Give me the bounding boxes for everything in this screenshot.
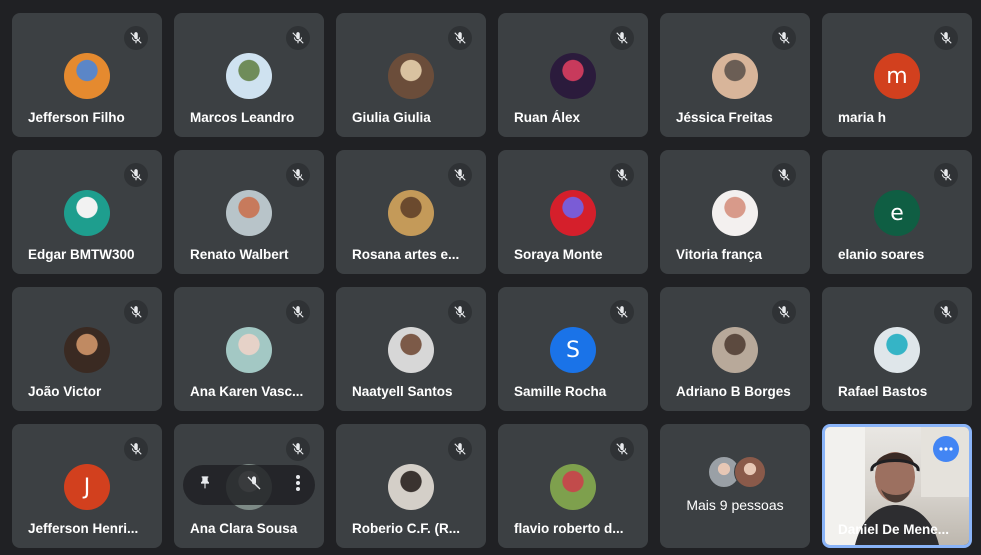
- participant-tile[interactable]: Rafael Bastos: [822, 287, 972, 411]
- participant-name: flavio roberto d...: [514, 521, 624, 536]
- avatar: [550, 464, 596, 510]
- participant-tile[interactable]: J Jefferson Henri...: [12, 424, 162, 548]
- participant-name: Ana Clara Sousa: [190, 521, 298, 536]
- mic-off-icon: [286, 26, 310, 50]
- participant-name: Daniel De Mene...: [838, 522, 950, 537]
- avatar: [388, 53, 434, 99]
- participant-name: Jefferson Filho: [28, 110, 125, 125]
- avatar: m: [874, 53, 920, 99]
- participant-tile[interactable]: Ana Karen Vasc...: [174, 287, 324, 411]
- participant-name: Rosana artes e...: [352, 247, 460, 262]
- avatar: [64, 327, 110, 373]
- avatar: e: [874, 190, 920, 236]
- mic-off-icon: [934, 163, 958, 187]
- mic-off-icon: [448, 163, 472, 187]
- participant-name: João Victor: [28, 384, 102, 399]
- mic-off-icon: [286, 300, 310, 324]
- mic-off-icon: [124, 300, 148, 324]
- avatar: [550, 190, 596, 236]
- participant-tile[interactable]: Ana Clara Sousa: [174, 424, 324, 548]
- participant-name: Vitoria frança: [676, 247, 763, 262]
- participant-tile[interactable]: Naatyell Santos: [336, 287, 486, 411]
- mic-off-icon: [124, 163, 148, 187]
- more-options-icon[interactable]: [295, 474, 301, 497]
- mic-off-icon: [934, 300, 958, 324]
- participant-name: Samille Rocha: [514, 384, 607, 399]
- avatar: S: [550, 327, 596, 373]
- participant-tile[interactable]: Vitoria frança: [660, 150, 810, 274]
- tile-hover-toolbar: [183, 465, 315, 505]
- participant-name: Jéssica Freitas: [676, 110, 773, 125]
- participant-name: Roberio C.F. (R...: [352, 521, 460, 536]
- participant-tile[interactable]: e elanio soares: [822, 150, 972, 274]
- mic-off-icon: [286, 163, 310, 187]
- avatar: [64, 190, 110, 236]
- more-participants-tile[interactable]: Mais 9 pessoas: [660, 424, 810, 548]
- participant-name: Soraya Monte: [514, 247, 603, 262]
- participant-name: Marcos Leandro: [190, 110, 295, 125]
- avatar: [388, 190, 434, 236]
- participant-tile[interactable]: Soraya Monte: [498, 150, 648, 274]
- more-participants-label: Mais 9 pessoas: [686, 497, 784, 513]
- mic-off-icon: [448, 26, 472, 50]
- mic-off-icon: [448, 300, 472, 324]
- avatar: [226, 327, 272, 373]
- avatar: [734, 456, 766, 488]
- participant-tile[interactable]: Jefferson Filho: [12, 13, 162, 137]
- participant-tile[interactable]: Marcos Leandro: [174, 13, 324, 137]
- avatar: [226, 190, 272, 236]
- participant-name: Renato Walbert: [190, 247, 289, 262]
- participant-tile[interactable]: Rosana artes e...: [336, 150, 486, 274]
- avatar: [874, 327, 920, 373]
- avatar: [226, 53, 272, 99]
- avatar: [712, 327, 758, 373]
- mic-off-icon: [610, 163, 634, 187]
- participant-tile[interactable]: Ruan Álex: [498, 13, 648, 137]
- mic-off-icon: [124, 26, 148, 50]
- participant-tile[interactable]: Adriano B Borges: [660, 287, 810, 411]
- participant-name: elanio soares: [838, 247, 925, 262]
- participant-tile[interactable]: João Victor: [12, 287, 162, 411]
- participant-tile[interactable]: Roberio C.F. (R...: [336, 424, 486, 548]
- mic-off-icon: [610, 300, 634, 324]
- avatar: [388, 464, 434, 510]
- avatar-stack: [708, 456, 768, 488]
- participant-name: Jefferson Henri...: [28, 521, 139, 536]
- participant-name: maria h: [838, 110, 887, 125]
- mic-off-icon: [448, 437, 472, 461]
- avatar: J: [64, 464, 110, 510]
- participant-name: Giulia Giulia: [352, 110, 431, 125]
- avatar: [388, 327, 434, 373]
- pin-icon[interactable]: [197, 474, 213, 497]
- participants-grid: Jefferson Filho Marcos Leandro Giulia Giul…: [12, 13, 972, 548]
- mic-off-icon: [772, 300, 796, 324]
- more-options-icon[interactable]: [933, 436, 959, 462]
- mic-off-icon[interactable]: [246, 475, 262, 496]
- avatar: [712, 190, 758, 236]
- participant-tile[interactable]: Edgar BMTW300: [12, 150, 162, 274]
- avatar: [550, 53, 596, 99]
- self-video-tile[interactable]: Daniel De Mene...: [822, 424, 972, 548]
- participant-name: Edgar BMTW300: [28, 247, 135, 262]
- mic-off-icon: [772, 163, 796, 187]
- mic-off-icon: [610, 26, 634, 50]
- avatar: [64, 53, 110, 99]
- participant-name: Ana Karen Vasc...: [190, 384, 304, 399]
- participant-tile[interactable]: Jéssica Freitas: [660, 13, 810, 137]
- participant-tile[interactable]: flavio roberto d...: [498, 424, 648, 548]
- mic-off-icon: [934, 26, 958, 50]
- mic-off-icon: [124, 437, 148, 461]
- participant-tile[interactable]: m maria h: [822, 13, 972, 137]
- participant-tile[interactable]: S Samille Rocha: [498, 287, 648, 411]
- participant-tile[interactable]: Giulia Giulia: [336, 13, 486, 137]
- participant-name: Ruan Álex: [514, 110, 581, 125]
- mic-off-icon: [286, 437, 310, 461]
- mic-off-icon: [610, 437, 634, 461]
- participant-tile[interactable]: Renato Walbert: [174, 150, 324, 274]
- avatar: [712, 53, 758, 99]
- participant-name: Adriano B Borges: [676, 384, 791, 399]
- participant-name: Rafael Bastos: [838, 384, 928, 399]
- mic-off-icon: [772, 26, 796, 50]
- participant-name: Naatyell Santos: [352, 384, 453, 399]
